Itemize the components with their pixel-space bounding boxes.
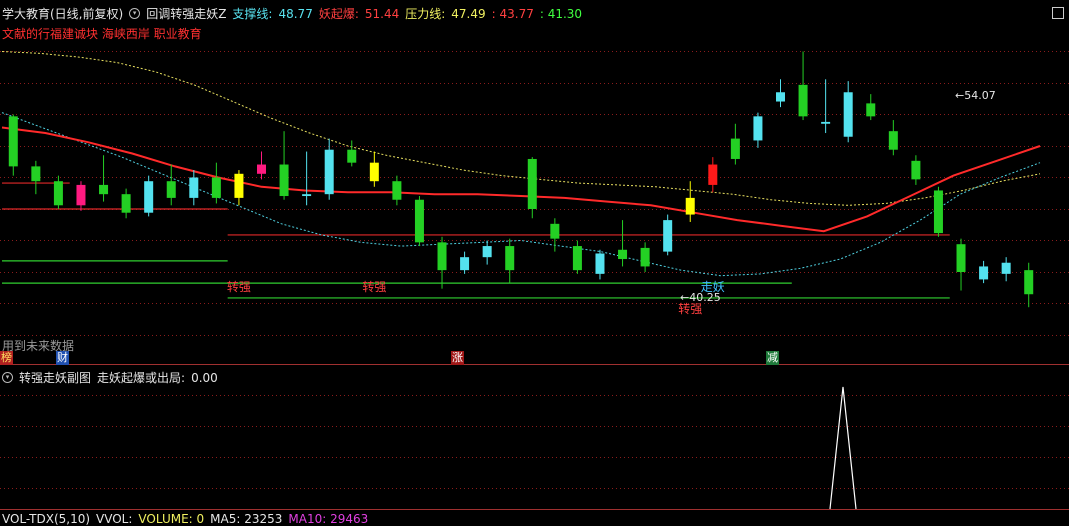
candle-body	[279, 164, 289, 197]
candle-body	[211, 177, 221, 198]
candle-body	[979, 266, 989, 280]
badge-bang[interactable]: 榜	[0, 351, 13, 365]
candle-body	[933, 190, 943, 234]
annotation-label: 转强	[362, 279, 386, 294]
badge-cai[interactable]: 财	[56, 351, 69, 365]
candle-body	[144, 181, 154, 213]
pressure-line	[1, 51, 1041, 206]
kline-chart[interactable]: 转强 转强 走妖转强←54.07←40.25	[0, 0, 1069, 520]
candle-body	[257, 164, 266, 174]
candle-body	[663, 220, 673, 252]
candle-body	[708, 164, 718, 185]
high-marker: ←54.07	[955, 89, 996, 102]
sub-series-label: 走妖起爆或出局:	[97, 371, 186, 385]
sub-series-value: 0.00	[191, 370, 218, 385]
vol-name[interactable]: VOL-TDX(5,10)	[2, 512, 90, 526]
ma5-label: MA5: 23253	[210, 512, 283, 526]
volume-header: VOL-TDX(5,10) VVOL: VOLUME: 0 MA5: 23253…	[2, 512, 368, 526]
support-value: 48.77	[278, 6, 313, 21]
indicator-toggle-icon[interactable]: ▾	[129, 8, 141, 19]
candle-body	[798, 84, 808, 117]
candle-body	[866, 103, 876, 117]
value-2: : 41.30	[539, 6, 583, 21]
indicator-name[interactable]: 回调转强走妖Z	[146, 5, 226, 22]
candle-body	[99, 184, 109, 195]
sub-panel-title[interactable]: 转强走妖副图	[19, 369, 91, 386]
vvol-label: VVOL:	[96, 512, 133, 526]
candle-body	[911, 160, 921, 180]
candle-body	[730, 138, 740, 159]
candle-body	[482, 246, 492, 258]
volume-label: VOLUME: 0	[138, 512, 205, 526]
candle-body	[302, 194, 312, 197]
candle-body	[369, 162, 379, 182]
candle-body	[53, 181, 63, 206]
sub-spike	[829, 386, 857, 510]
candle-body	[685, 197, 695, 215]
annotation-label: 转强	[227, 279, 251, 294]
candle-body	[595, 253, 605, 274]
support-label: 支撑线:	[232, 7, 273, 21]
ma10-label: MA10: 29463	[288, 512, 369, 526]
pressure-label: 压力线:	[405, 7, 446, 21]
candle-body	[618, 249, 628, 260]
candle-body	[437, 242, 447, 271]
sub-panel-header: ▾ 转强走妖副图 走妖起爆或出局: 0.00	[2, 369, 218, 386]
ma-red-line	[1, 126, 1041, 233]
candle-body	[505, 246, 515, 271]
candle-body	[888, 131, 898, 150]
candle-body	[347, 149, 357, 163]
support-curve	[1, 112, 1041, 277]
candle-body	[414, 199, 424, 243]
candle-body	[956, 244, 966, 272]
badge-jian[interactable]: 减	[766, 351, 779, 365]
candle-body	[121, 194, 131, 213]
stock-title[interactable]: 学大教育(日线,前复权)	[2, 5, 123, 22]
candle-body	[1024, 270, 1034, 295]
yao-label: 妖起爆:	[318, 7, 359, 21]
candle-body	[821, 121, 831, 124]
candle-body	[460, 257, 470, 271]
candle-body	[8, 116, 18, 167]
candle-body	[189, 177, 199, 198]
candle-body	[640, 247, 650, 267]
badge-zhang[interactable]: 涨	[451, 351, 464, 365]
pressure-value: 47.49	[451, 6, 486, 21]
candle-body	[572, 246, 582, 271]
candle-body	[166, 181, 176, 198]
candle-body	[234, 173, 244, 198]
candle-body	[392, 181, 402, 200]
candle-body	[527, 158, 537, 209]
main-header: 学大教育(日线,前复权) ▾ 回调转强走妖Z 支撑线: 48.77 妖起爆: 51.…	[2, 5, 582, 22]
candle-body	[76, 184, 86, 206]
candle-body	[1001, 262, 1011, 274]
yao-value: 51.44	[364, 6, 400, 21]
watermark-text: 文献的行福建诚块 海峡西岸 职业教育	[2, 27, 202, 41]
candle-body	[550, 223, 560, 239]
candle-body	[31, 166, 41, 182]
maximize-icon[interactable]	[1052, 7, 1064, 19]
candle-body	[753, 116, 763, 141]
low-marker: ←40.25	[680, 291, 721, 304]
candle-body	[843, 92, 853, 137]
value-1: : 43.77	[491, 6, 534, 21]
sub-toggle-icon[interactable]: ▾	[2, 372, 13, 383]
candle-body	[324, 149, 334, 195]
candle-body	[776, 92, 785, 102]
